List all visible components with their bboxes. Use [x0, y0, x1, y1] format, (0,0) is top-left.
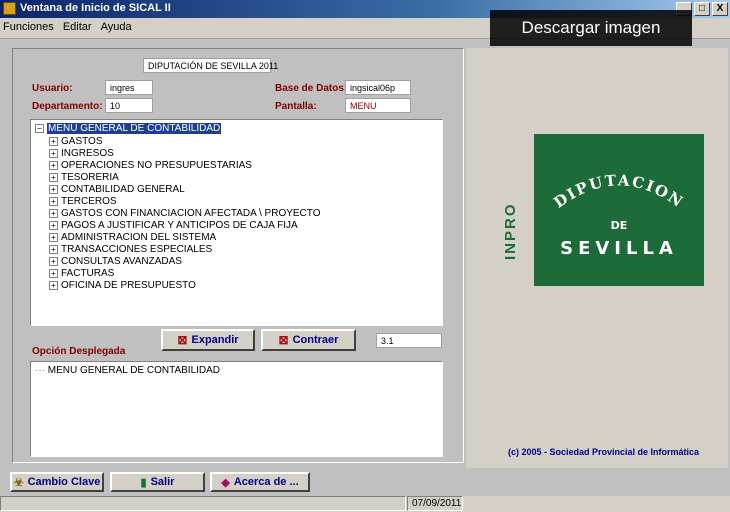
tree-items: + GASTOS + INGRESOS + OPERACIONES NO PRESUP… [49, 136, 321, 292]
opcion-item[interactable]: ··· MENU GENERAL DE CONTABILIDAD [35, 365, 220, 376]
cambio-clave-button[interactable]: ☣ Cambio Clave [10, 472, 104, 492]
tree-item[interactable]: + TRANSACCIONES ESPECIALES [49, 244, 321, 256]
expand-icon[interactable]: + [49, 280, 58, 290]
collapse-icon: ⊠ [278, 333, 289, 347]
salir-button[interactable]: ▮ Salir [110, 472, 205, 492]
expand-icon[interactable]: + [49, 232, 58, 242]
door-icon: ▮ [140, 476, 147, 489]
expand-icon[interactable]: + [49, 160, 58, 170]
menu-tree[interactable]: − MENU GENERAL DE CONTABILIDAD + GASTOS + I… [30, 119, 443, 326]
tree-item[interactable]: + INGRESOS [49, 148, 321, 160]
diputacion-logo: DIPUTACION DE SEVILLA [534, 134, 704, 286]
tree-item[interactable]: + OFICINA DE PRESUPUESTO [49, 280, 321, 292]
tree-line-icon: ··· [35, 365, 45, 376]
code-field[interactable]: 3.1 [376, 333, 442, 348]
tree-item[interactable]: + CONSULTAS AVANZADAS [49, 256, 321, 268]
usuario-label: Usuario: [32, 83, 73, 94]
pantalla-field[interactable]: MENU [345, 98, 411, 113]
window-title: Ventana de Inicio de SICAL II [20, 2, 171, 14]
tree-root-label: MENU GENERAL DE CONTABILIDAD [47, 123, 222, 134]
tree-root[interactable]: − MENU GENERAL DE CONTABILIDAD [35, 123, 222, 134]
expand-icon[interactable]: + [49, 244, 58, 254]
download-image-button[interactable]: Descargar imagen [490, 10, 692, 46]
collapse-icon[interactable]: − [35, 123, 44, 133]
status-date: 07/09/2011 [407, 496, 463, 511]
logo-line3: SEVILLA [560, 238, 678, 259]
expand-icon[interactable]: + [49, 256, 58, 266]
expand-icon: ⊠ [177, 333, 188, 347]
tree-item[interactable]: + CONTABILIDAD GENERAL [49, 184, 321, 196]
inpro-label: INPRO [502, 202, 519, 260]
tree-item[interactable]: + ADMINISTRACION DEL SISTEMA [49, 232, 321, 244]
menu-editar[interactable]: Editar [60, 18, 95, 36]
tree-item[interactable]: + PAGOS A JUSTIFICAR Y ANTICIPOS DE CAJA … [49, 220, 321, 232]
usuario-field[interactable]: ingres [105, 80, 153, 95]
close-button[interactable]: X [712, 2, 728, 16]
expand-icon[interactable]: + [49, 220, 58, 230]
base-datos-field[interactable]: ingsical06p [345, 80, 411, 95]
expand-button[interactable]: ⊠ Expandir [161, 329, 255, 351]
acerca-button[interactable]: ◆ Acerca de ... [210, 472, 310, 492]
expand-icon[interactable]: + [49, 136, 58, 146]
base-datos-label: Base de Datos: [275, 83, 348, 94]
menu-ayuda[interactable]: Ayuda [98, 18, 135, 36]
departamento-label: Departamento: [32, 101, 103, 112]
book-icon: ◆ [221, 476, 230, 489]
tree-item[interactable]: + GASTOS CON FINANCIACION AFECTADA \ PROY… [49, 208, 321, 220]
logo-line2: DE [611, 219, 628, 232]
entity-field: DIPUTACIÓN DE SEVILLA 2011 [143, 58, 278, 73]
departamento-field[interactable]: 10 [105, 98, 153, 113]
expand-icon[interactable]: + [49, 172, 58, 182]
expand-icon[interactable]: + [49, 196, 58, 206]
opcion-label: Opción Desplegada [32, 346, 126, 357]
expand-icon[interactable]: + [49, 148, 58, 158]
opcion-tree[interactable]: ··· MENU GENERAL DE CONTABILIDAD [30, 361, 443, 457]
tree-item[interactable]: + GASTOS [49, 136, 321, 148]
expand-icon[interactable]: + [49, 208, 58, 218]
tree-item[interactable]: + TESORERIA [49, 172, 321, 184]
logo-line1: DIPUTACION [550, 171, 685, 211]
maximize-button[interactable]: □ [694, 2, 710, 16]
menu-funciones[interactable]: Funciones [0, 18, 57, 36]
tree-item[interactable]: + OPERACIONES NO PRESUPUESTARIAS [49, 160, 321, 172]
expand-icon[interactable]: + [49, 184, 58, 194]
status-pane-left [0, 496, 406, 511]
key-icon: ☣ [13, 476, 24, 489]
status-bar: 07/09/2011 [0, 496, 730, 512]
svg-text:DIPUTACION: DIPUTACION [550, 171, 687, 211]
tree-item[interactable]: + TERCEROS [49, 196, 321, 208]
logo-art: DIPUTACION DE SEVILLA [550, 171, 687, 259]
tree-item[interactable]: + FACTURAS [49, 268, 321, 280]
collapse-button[interactable]: ⊠ Contraer [261, 329, 356, 351]
copyright-text: (c) 2005 - Sociedad Provincial de Inform… [508, 447, 700, 457]
app-icon [3, 2, 16, 15]
pantalla-label: Pantalla: [275, 101, 317, 112]
expand-icon[interactable]: + [49, 268, 58, 278]
